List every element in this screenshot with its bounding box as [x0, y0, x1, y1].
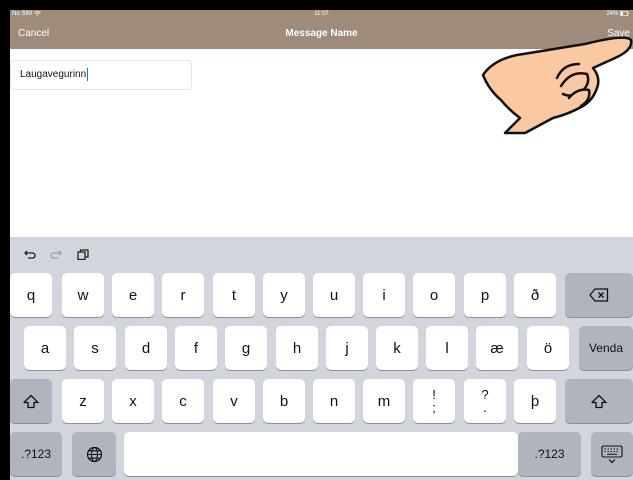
key-o-umlaut[interactable]: ö — [527, 326, 569, 370]
undo-icon[interactable] — [24, 249, 36, 259]
key-x[interactable]: x — [112, 379, 154, 423]
key-q[interactable]: q — [10, 273, 52, 317]
paste-icon[interactable] — [77, 249, 89, 260]
globe-icon — [86, 446, 102, 462]
key-bottom-char: ; — [432, 400, 436, 415]
text-caret — [87, 67, 89, 81]
key-thorn[interactable]: þ — [514, 379, 556, 423]
key-question-period[interactable]: ? . — [464, 379, 506, 423]
keyboard: q w e r t y u i o p ð a s d f g h j k l … — [10, 237, 633, 480]
return-key[interactable]: Venda — [579, 326, 633, 370]
key-f[interactable]: f — [175, 326, 217, 370]
pointing-hand-icon — [481, 36, 633, 135]
shift-key-left[interactable] — [10, 379, 52, 423]
battery-icon — [620, 11, 629, 17]
hide-keyboard-key[interactable] — [591, 432, 633, 476]
key-m[interactable]: m — [363, 379, 405, 423]
key-u[interactable]: u — [313, 273, 355, 317]
key-c[interactable]: c — [162, 379, 204, 423]
redo-icon[interactable] — [50, 249, 62, 259]
key-s[interactable]: s — [74, 326, 116, 370]
shift-icon — [591, 394, 607, 408]
key-h[interactable]: h — [276, 326, 318, 370]
key-a[interactable]: a — [24, 326, 66, 370]
key-e[interactable]: e — [112, 273, 154, 317]
space-key[interactable] — [124, 432, 518, 476]
message-name-value: Laugavegurinn — [20, 69, 87, 80]
key-l[interactable]: l — [426, 326, 468, 370]
shortcut-bar — [10, 237, 633, 271]
delete-icon — [589, 288, 609, 302]
status-bar: No SIM 11:07 24% — [10, 10, 633, 19]
screen: No SIM 11:07 24% Cancel Message Name Sav… — [10, 10, 633, 480]
shift-icon — [23, 394, 39, 408]
battery-status: 24% — [606, 11, 629, 18]
shift-key-right[interactable] — [565, 379, 633, 423]
key-b[interactable]: b — [263, 379, 305, 423]
key-bottom-char: . — [483, 400, 487, 415]
key-ae[interactable]: æ — [476, 326, 518, 370]
key-i[interactable]: i — [363, 273, 405, 317]
key-g[interactable]: g — [225, 326, 267, 370]
key-d[interactable]: d — [125, 326, 167, 370]
numbers-key-left[interactable]: .?123 — [10, 432, 62, 476]
battery-percent: 24% — [606, 11, 619, 18]
message-name-input[interactable]: Laugavegurinn — [10, 60, 192, 90]
key-t[interactable]: t — [213, 273, 255, 317]
key-y[interactable]: y — [263, 273, 305, 317]
key-o[interactable]: o — [413, 273, 455, 317]
key-k[interactable]: k — [376, 326, 418, 370]
delete-key[interactable] — [565, 273, 633, 317]
numbers-key-right[interactable]: .?123 — [518, 432, 581, 476]
globe-key[interactable] — [72, 432, 116, 476]
key-n[interactable]: n — [313, 379, 355, 423]
key-w[interactable]: w — [62, 273, 104, 317]
key-eth[interactable]: ð — [514, 273, 556, 317]
clock: 11:07 — [314, 11, 329, 17]
key-exclamation-semicolon[interactable]: ! ; — [413, 379, 455, 423]
key-j[interactable]: j — [326, 326, 368, 370]
key-p[interactable]: p — [464, 273, 506, 317]
key-z[interactable]: z — [62, 379, 104, 423]
key-v[interactable]: v — [213, 379, 255, 423]
hide-keyboard-icon — [601, 444, 623, 463]
key-r[interactable]: r — [162, 273, 204, 317]
